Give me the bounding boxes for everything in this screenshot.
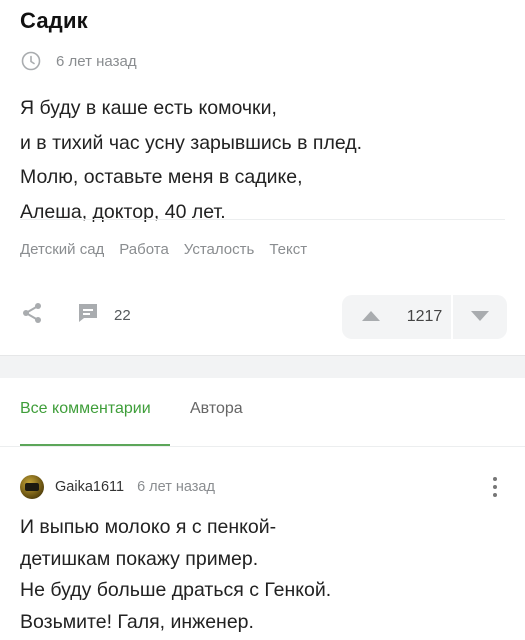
comments-button[interactable]: 22	[76, 299, 131, 331]
story-line: Молю, оставьте меня в садике,	[20, 166, 303, 188]
post-time: 6 лет назад	[56, 52, 137, 70]
post-card: Садик 6 лет назад Я буду в каше есть ком…	[0, 0, 525, 356]
share-icon	[20, 301, 44, 330]
post-title[interactable]: Садик	[20, 8, 88, 34]
upvote-button[interactable]	[342, 295, 400, 339]
downvote-button[interactable]	[451, 295, 507, 339]
divider	[20, 219, 505, 220]
comment-author[interactable]: Gaika1611	[55, 479, 124, 495]
comment-line: Возьмите! Галя, инженер.	[20, 610, 254, 633]
arrow-down-icon	[471, 308, 490, 326]
tag-work[interactable]: Работа	[119, 241, 169, 258]
story-line: и в тихий час усну зарывшись в плед.	[20, 131, 363, 154]
arrow-up-icon	[361, 308, 380, 326]
comments-count: 22	[114, 306, 131, 324]
divider	[0, 446, 525, 447]
comment-icon	[76, 301, 100, 330]
rating-control: 1217	[342, 295, 507, 339]
tag-kindergarten[interactable]: Детский сад	[20, 241, 104, 258]
tab-all-comments[interactable]: Все комментарии	[20, 400, 170, 446]
comment-header: Gaika1611 6 лет назад	[20, 474, 505, 500]
comment-line: детишкам покажу пример.	[20, 547, 259, 570]
post-story: Я буду в каше есть комочки, и в тихий ча…	[20, 91, 362, 229]
story-line: Алеша, доктор, 40 лет.	[20, 200, 226, 223]
clock-icon	[20, 50, 42, 72]
tab-author[interactable]: Автора	[190, 400, 243, 446]
comment-line: И выпью молоко я с пенкой-	[20, 516, 277, 538]
comment-text: И выпью молоко я с пенкой- детишкам пока…	[20, 512, 331, 638]
comments-section: Все комментарии Автора Gaika1611 6 лет н…	[0, 378, 525, 640]
avatar[interactable]	[20, 475, 44, 499]
comment-time: 6 лет назад	[137, 479, 215, 495]
tag-text[interactable]: Текст	[269, 241, 307, 258]
tag-list: Детский сад Работа Усталость Текст	[20, 241, 307, 258]
share-button[interactable]	[18, 301, 46, 329]
rating-value: 1217	[406, 308, 443, 325]
tag-fatigue[interactable]: Усталость	[184, 241, 255, 258]
more-icon[interactable]	[485, 474, 505, 500]
comment-line: Не буду больше драться с Генкой.	[20, 579, 332, 601]
story-line: Я буду в каше есть комочки,	[20, 97, 277, 119]
post-actions: 22 1217	[18, 293, 507, 341]
post-meta: 6 лет назад	[20, 50, 137, 72]
comment-tabs: Все комментарии Автора	[20, 400, 243, 446]
